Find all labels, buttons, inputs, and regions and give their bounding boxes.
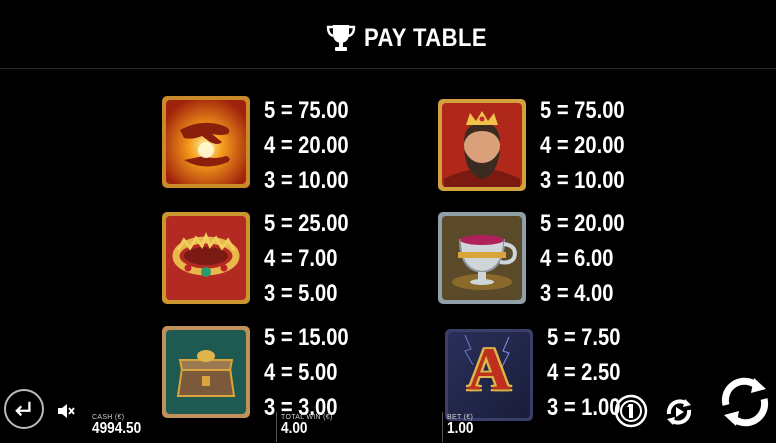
paytable-header: PAY TABLE (0, 0, 776, 69)
king-pays: 5 = 75.00 4 = 20.00 3 = 10.00 (540, 93, 670, 198)
coin-icon (614, 394, 648, 428)
pay-5: 5 = 75.00 (264, 97, 349, 124)
hands-symbol (162, 96, 250, 188)
total-win-value: 4.00 (281, 420, 308, 437)
pay-5: 5 = 75.00 (540, 97, 625, 124)
letter-a-symbol: A (445, 329, 533, 421)
pay-5: 5 = 15.00 (264, 324, 349, 351)
speaker-mute-icon[interactable] (57, 403, 75, 419)
return-arrow-icon (15, 401, 31, 417)
letter-a-pays: 5 = 7.50 4 = 2.50 3 = 1.00 (547, 320, 677, 425)
goblet-symbol (438, 212, 526, 304)
pay-5: 5 = 7.50 (547, 324, 621, 351)
hands-pays: 5 = 75.00 4 = 20.00 3 = 10.00 (264, 93, 394, 198)
crown-symbol (162, 212, 250, 304)
pay-3: 3 = 10.00 (540, 167, 625, 194)
title-text: PAY TABLE (364, 23, 487, 52)
bet-coin-button[interactable] (614, 394, 648, 428)
autoplay-button[interactable] (663, 396, 695, 428)
autoplay-icon (666, 399, 692, 425)
spin-icon (721, 377, 769, 427)
pay-3: 3 = 5.00 (264, 280, 338, 307)
pay-4: 4 = 20.00 (264, 132, 349, 159)
pay-4: 4 = 2.50 (547, 359, 621, 386)
goblet-pays: 5 = 20.00 4 = 6.00 3 = 4.00 (540, 206, 670, 311)
king-symbol (438, 99, 526, 191)
pay-3: 3 = 10.00 (264, 167, 349, 194)
crown-pays: 5 = 25.00 4 = 7.00 3 = 5.00 (264, 206, 394, 311)
pay-3: 3 = 4.00 (540, 280, 614, 307)
paytable-title: PAY TABLE (326, 20, 504, 56)
divider (276, 412, 277, 442)
letter-a-glyph: A (467, 336, 511, 402)
back-button[interactable] (4, 389, 44, 429)
divider (442, 412, 443, 442)
pay-4: 4 = 5.00 (264, 359, 338, 386)
chest-pays: 5 = 15.00 4 = 5.00 3 = 3.00 (264, 320, 394, 425)
pay-4: 4 = 7.00 (264, 245, 338, 272)
pay-4: 4 = 6.00 (540, 245, 614, 272)
cash-stat: CASH (€) 4994.50 (92, 414, 150, 438)
pay-5: 5 = 25.00 (264, 210, 349, 237)
bet-value: 1.00 (447, 420, 474, 437)
trophy-icon (326, 25, 356, 51)
chest-symbol (162, 326, 250, 418)
pay-4: 4 = 20.00 (540, 132, 625, 159)
total-win-stat: TOTAL WIN (€) 4.00 (281, 414, 333, 438)
pay-5: 5 = 20.00 (540, 210, 625, 237)
bet-stat: BET (€) 1.00 (447, 414, 478, 438)
spin-button[interactable] (718, 375, 772, 429)
cash-value: 4994.50 (92, 420, 142, 437)
